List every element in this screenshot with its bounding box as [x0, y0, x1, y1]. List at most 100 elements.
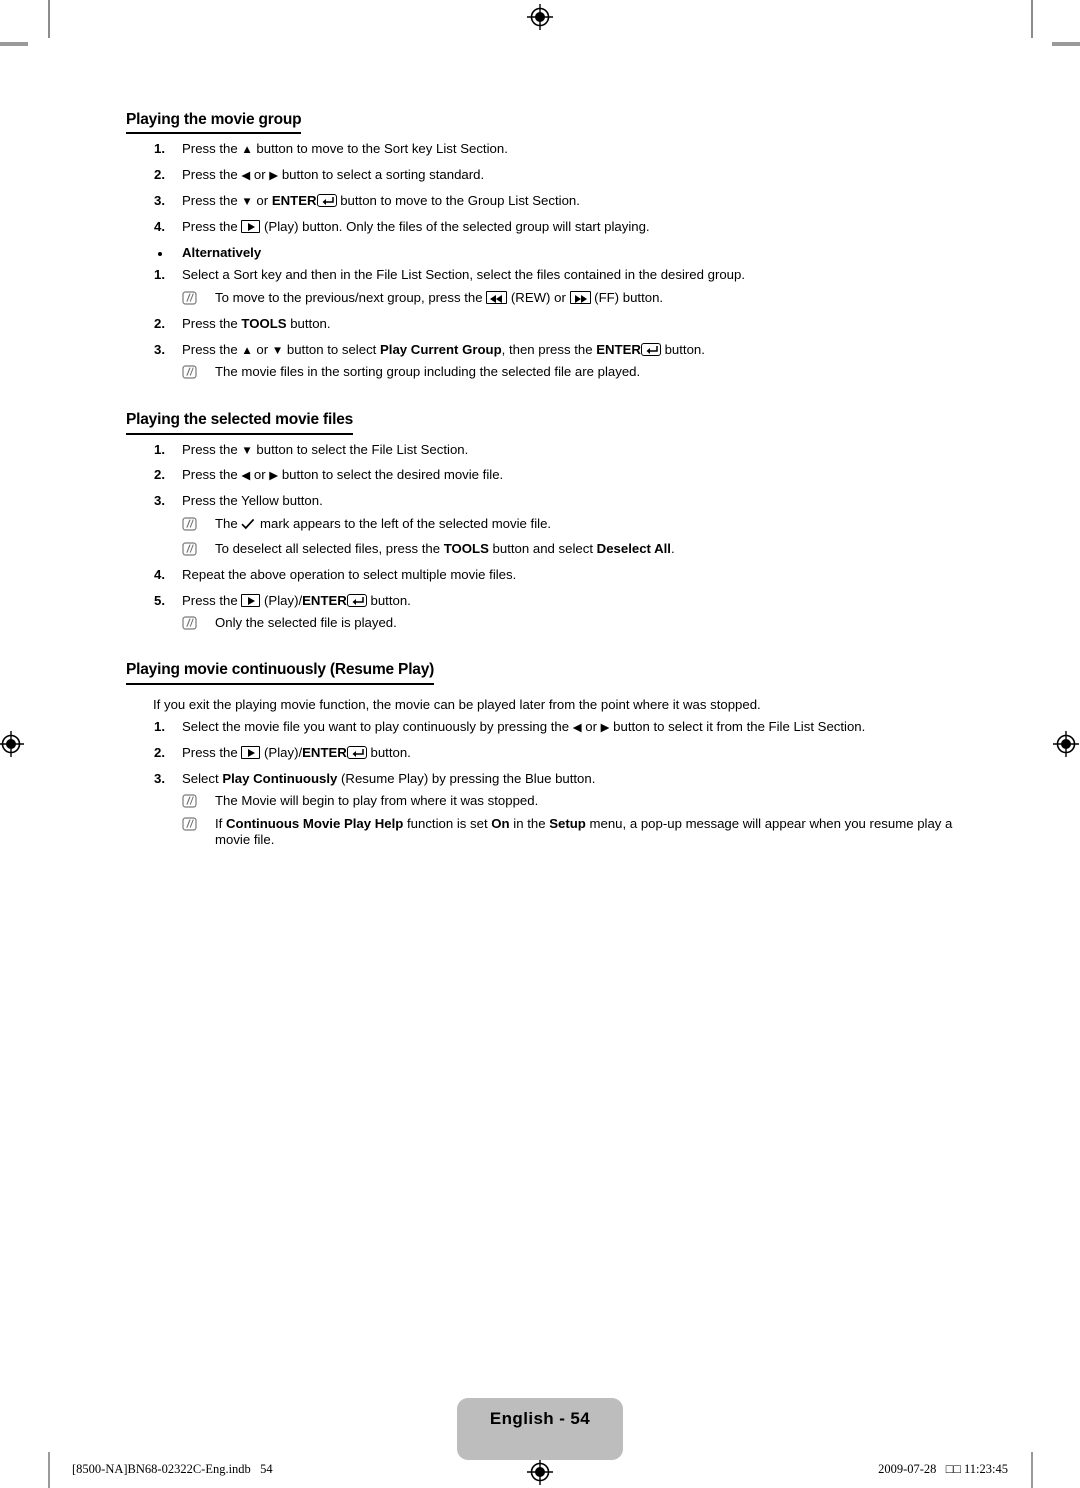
step-item: 1. Press the ▲ button to move to the Sort… [126, 141, 954, 157]
note-text: The mark appears to the left of the sele… [215, 516, 954, 534]
play-icon [241, 219, 261, 233]
enter-icon [640, 342, 661, 356]
step-item: 3. Press the ▼ or ENTER button to move to… [126, 192, 954, 209]
emphasis-text: ENTER [302, 744, 347, 760]
step-item: 3. Press the ▲ or ▼ button to select Play… [126, 341, 954, 381]
note-item: The mark appears to the left of the sele… [182, 516, 954, 534]
emphasis-text: Deselect All [596, 540, 671, 556]
registration-mark-top [527, 4, 553, 30]
step-number: 2. [154, 744, 165, 760]
note-icon [182, 817, 197, 831]
note-icon [182, 365, 197, 380]
note-icon [182, 794, 197, 808]
step-item: 2. Press the ◀ or ▶ button to select a so… [126, 167, 954, 183]
emphasis-text: ENTER [302, 592, 347, 608]
step-text: Press the (Play) button. Only the files … [182, 218, 650, 234]
emphasis-text: ENTER [596, 341, 641, 357]
footer-timestamp: 2009-07-28 □□ 11:23:45 [878, 1462, 1008, 1476]
step-number: 5. [154, 592, 165, 608]
arrow-down-icon: ▼ [241, 195, 253, 208]
crop-mark-right-top [1052, 42, 1080, 46]
step-number: 1. [154, 141, 165, 157]
play-icon [241, 745, 261, 759]
step-text: Press the TOOLS button. [182, 315, 331, 331]
emphasis-text: TOOLS [241, 315, 287, 331]
step-number: 2. [154, 167, 165, 183]
step-number: 2. [154, 467, 165, 483]
emphasis-text: Setup [549, 816, 586, 832]
step-list: 1. Press the ▼ button to select the File … [126, 441, 954, 632]
arrow-right-icon: ▶ [269, 470, 279, 483]
footer-rule-left [48, 1452, 50, 1488]
rew-icon [486, 291, 508, 305]
note-item: The Movie will begin to play from where … [182, 793, 954, 809]
step-text: Repeat the above operation to select mul… [182, 566, 517, 582]
footer-file-info: [8500-NA]BN68-02322C-Eng.indb 54 [72, 1462, 273, 1476]
step-item: 5. Press the (Play)/ENTER button. Only the… [126, 592, 954, 632]
ff-icon [569, 291, 591, 305]
enter-icon [346, 593, 367, 607]
section-heading: Playing the movie group [126, 110, 302, 135]
step-text: Press the ▲ or ▼ button to select Play C… [182, 341, 705, 357]
arrow-left-icon: ◀ [572, 722, 582, 735]
emphasis-text: On [491, 816, 510, 832]
step-text: Press the ▲ button to move to the Sort k… [182, 141, 508, 157]
section-intro: If you exit the playing movie function, … [153, 696, 761, 712]
step-number: 3. [154, 770, 165, 786]
crop-mark-left-top [0, 42, 28, 46]
step-item: 1. Select a Sort key and then in the File… [126, 267, 954, 306]
alternatively-bullet-list: Alternatively [126, 244, 954, 261]
step-text: Press the ▼ button to select the File Li… [182, 441, 469, 457]
step-item: 4. Repeat the above operation to select m… [126, 566, 954, 583]
emphasis-text: TOOLS [443, 540, 489, 556]
note-text: If Continuous Movie Play Help function i… [215, 816, 953, 848]
step-number: 3. [154, 341, 165, 357]
step-item: 3. Press the Yellow button. The mark appea… [126, 493, 954, 557]
note-item: The movie files in the sorting group inc… [182, 364, 954, 380]
note-text: To deselect all selected files, press th… [215, 540, 675, 556]
enter-icon [346, 745, 367, 759]
step-list: 1. Press the ▲ button to move to the Sort… [126, 141, 954, 234]
bullet-dot-icon [158, 251, 162, 256]
arrow-right-icon: ▶ [600, 722, 610, 735]
arrow-left-icon: ◀ [241, 170, 251, 183]
step-number: 4. [154, 218, 165, 234]
section-heading: Playing the selected movie files [126, 410, 353, 435]
play-icon [241, 593, 261, 607]
note-text: Only the selected file is played. [215, 615, 397, 631]
page-content: Playing the movie group 1. Press the ▲ but… [126, 110, 954, 852]
note-item: To deselect all selected files, press th… [182, 541, 954, 557]
note-item: If Continuous Movie Play Help function i… [182, 816, 954, 848]
note-item: Only the selected file is played. [182, 615, 954, 631]
step-number: 3. [154, 192, 165, 208]
step-text: Select a Sort key and then in the File L… [182, 267, 745, 283]
alternative-step-list: 1. Select a Sort key and then in the File… [126, 267, 954, 381]
emphasis-text: Play Current Group [380, 341, 502, 357]
step-number: 3. [154, 493, 165, 509]
note-text: To move to the previous/next group, pres… [215, 290, 664, 306]
step-number: 1. [154, 267, 165, 283]
emphasis-text: Play Continuously [222, 770, 338, 786]
emphasis-text: Continuous Movie Play Help [226, 816, 404, 832]
registration-mark-right [1053, 731, 1079, 757]
step-number: 1. [154, 719, 165, 735]
registration-mark-bottom [527, 1459, 553, 1485]
crop-mark-top-left [48, 0, 50, 38]
crop-mark-top-right [1031, 0, 1033, 38]
section-playing-the-selected-movie-files: Playing the selected movie files 1. Press … [126, 410, 954, 631]
step-text: Press the ◀ or ▶ button to select a sort… [182, 167, 485, 183]
page-number-tab: English - 54 [457, 1398, 623, 1460]
manual-page: Playing the movie group 1. Press the ▲ but… [0, 0, 1080, 1488]
note-icon [182, 616, 197, 630]
step-list: 1. Select the movie file you want to play… [126, 719, 954, 848]
step-text: Press the (Play)/ENTER button. [182, 744, 411, 760]
section-heading: Playing movie continuously (Resume Play) [126, 660, 434, 685]
step-text: Press the ▼ or ENTER button to move to t… [182, 192, 580, 208]
page-number-label: English - 54 [489, 1409, 591, 1428]
note-icon [182, 517, 197, 531]
step-item: 2. Press the (Play)/ENTER button. [126, 744, 954, 761]
step-number: 4. [154, 566, 165, 582]
bullet-label: Alternatively [182, 244, 262, 260]
footer-rule-right [1031, 1452, 1033, 1488]
note-text: The Movie will begin to play from where … [215, 793, 539, 809]
